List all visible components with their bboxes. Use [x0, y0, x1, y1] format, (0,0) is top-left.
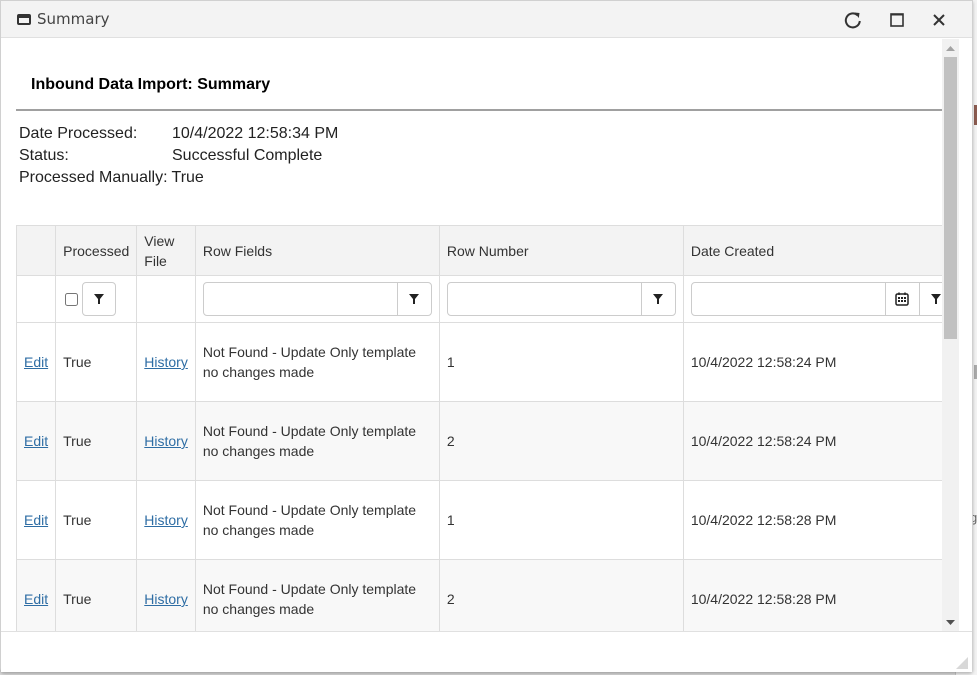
- edit-cell: Edit: [15, 559, 57, 631]
- date-created-cell: 10/4/2022 12:58:28 PM: [682, 480, 942, 560]
- row-fields-filter-input[interactable]: [203, 283, 397, 315]
- info-value: True: [171, 169, 204, 186]
- grid-filter-row: [15, 275, 942, 323]
- row-number-cell: 1: [438, 480, 684, 560]
- column-header-view-file[interactable]: View File: [136, 225, 196, 276]
- view-file-cell: History: [136, 401, 196, 481]
- column-header-date-created[interactable]: Date Created: [682, 225, 942, 276]
- edit-link[interactable]: Edit: [24, 512, 48, 528]
- calendar-icon: [895, 292, 910, 306]
- filter-cell-actions: [15, 275, 57, 323]
- date-picker-button[interactable]: [884, 283, 919, 315]
- scroll-up-button[interactable]: [945, 42, 956, 54]
- refresh-icon: [844, 12, 861, 29]
- column-header-processed[interactable]: Processed: [55, 225, 138, 276]
- processed-cell: True: [55, 480, 138, 560]
- filter-cell-processed: [55, 275, 138, 323]
- window-icon: [17, 13, 31, 25]
- scroll-thumb[interactable]: [944, 57, 957, 339]
- refresh-button[interactable]: [842, 9, 864, 31]
- filter-cell-row-fields: [194, 275, 440, 323]
- filter-icon: [409, 294, 420, 304]
- column-header-row-number[interactable]: Row Number: [438, 225, 684, 276]
- view-file-cell: History: [136, 322, 196, 402]
- resize-grip[interactable]: [956, 656, 968, 669]
- dialog-content: Inbound Data Import: Summary Date Proces…: [1, 39, 942, 631]
- filter-cell-date-created: [682, 275, 942, 323]
- date-created-filter-input[interactable]: [691, 283, 885, 315]
- summary-dialog: Summary Inbound Data Import: Summary Dat…: [0, 0, 973, 672]
- vertical-scrollbar[interactable]: [942, 39, 959, 631]
- table-row: Edit True History Not Found - Update Onl…: [15, 322, 942, 402]
- processed-cell: True: [55, 322, 138, 402]
- date-created-cell: 10/4/2022 12:58:28 PM: [682, 559, 942, 631]
- info-label: Status:: [19, 147, 69, 164]
- history-link[interactable]: History: [144, 591, 188, 607]
- processed-filter-button[interactable]: [82, 282, 117, 316]
- info-row-processed-manually: Processed Manually: True: [19, 167, 942, 189]
- close-icon: [933, 14, 945, 26]
- row-number-filter-button[interactable]: [640, 283, 675, 315]
- view-file-cell: History: [136, 480, 196, 560]
- arrow-up-icon: [946, 45, 955, 51]
- resize-grip-icon: [956, 657, 968, 669]
- history-link[interactable]: History: [144, 433, 188, 449]
- close-button[interactable]: [928, 9, 950, 31]
- date-created-cell: 10/4/2022 12:58:24 PM: [682, 322, 942, 402]
- filter-cell-row-number: [438, 275, 684, 323]
- table-row: Edit True History Not Found - Update Onl…: [15, 401, 942, 481]
- edit-cell: Edit: [15, 401, 57, 481]
- info-row-date-processed: Date Processed: 10/4/2022 12:58:34 PM: [19, 123, 942, 145]
- import-rows-grid: Processed View File Row Fields Row Numbe…: [15, 225, 942, 631]
- maximize-icon: [890, 13, 904, 27]
- column-header-row-fields[interactable]: Row Fields: [194, 225, 440, 276]
- page-heading: Inbound Data Import: Summary: [16, 39, 942, 111]
- dialog-titlebar[interactable]: Summary: [1, 1, 972, 38]
- edit-link[interactable]: Edit: [24, 354, 48, 370]
- edit-cell: Edit: [15, 480, 57, 560]
- info-label: Processed Manually:: [19, 169, 168, 186]
- table-row: Edit True History Not Found - Update Onl…: [15, 559, 942, 631]
- row-fields-filter-button[interactable]: [396, 283, 431, 315]
- filter-cell-view-file: [136, 275, 196, 323]
- date-created-cell: 10/4/2022 12:58:24 PM: [682, 401, 942, 481]
- processed-cell: True: [55, 401, 138, 481]
- edit-link[interactable]: Edit: [24, 433, 48, 449]
- edit-link[interactable]: Edit: [24, 591, 48, 607]
- row-fields-cell: Not Found - Update Only template no chan…: [194, 480, 440, 560]
- history-link[interactable]: History: [144, 512, 188, 528]
- processed-cell: True: [55, 559, 138, 631]
- row-number-cell: 2: [438, 401, 684, 481]
- grid-header-row: Processed View File Row Fields Row Numbe…: [15, 225, 942, 276]
- summary-info: Date Processed: 10/4/2022 12:58:34 PM St…: [1, 111, 942, 189]
- processed-filter-checkbox[interactable]: [65, 292, 79, 306]
- filter-icon: [653, 294, 664, 304]
- row-number-cell: 1: [438, 322, 684, 402]
- maximize-button[interactable]: [886, 9, 908, 31]
- filter-icon: [931, 294, 942, 304]
- date-created-filter-button[interactable]: [918, 283, 942, 315]
- info-value: 10/4/2022 12:58:34 PM: [172, 125, 339, 142]
- view-file-cell: History: [136, 559, 196, 631]
- info-value: Successful Complete: [172, 147, 323, 164]
- row-fields-cell: Not Found - Update Only template no chan…: [194, 401, 440, 481]
- info-row-status: Status: Successful Complete: [19, 145, 942, 167]
- arrow-down-icon: [946, 619, 955, 625]
- filter-icon: [94, 294, 105, 304]
- dialog-footer: [1, 631, 972, 672]
- history-link[interactable]: History: [144, 354, 188, 370]
- row-number-filter-input[interactable]: [447, 283, 641, 315]
- row-number-cell: 2: [438, 559, 684, 631]
- scroll-down-button[interactable]: [945, 616, 956, 628]
- edit-cell: Edit: [15, 322, 57, 402]
- row-fields-cell: Not Found - Update Only template no chan…: [194, 322, 440, 402]
- page-title: Inbound Data Import: Summary: [31, 76, 271, 93]
- info-label: Date Processed:: [19, 125, 138, 142]
- row-fields-cell: Not Found - Update Only template no chan…: [194, 559, 440, 631]
- table-row: Edit True History Not Found - Update Onl…: [15, 480, 942, 560]
- column-header-actions: [15, 225, 57, 276]
- dialog-title: Summary: [37, 10, 110, 28]
